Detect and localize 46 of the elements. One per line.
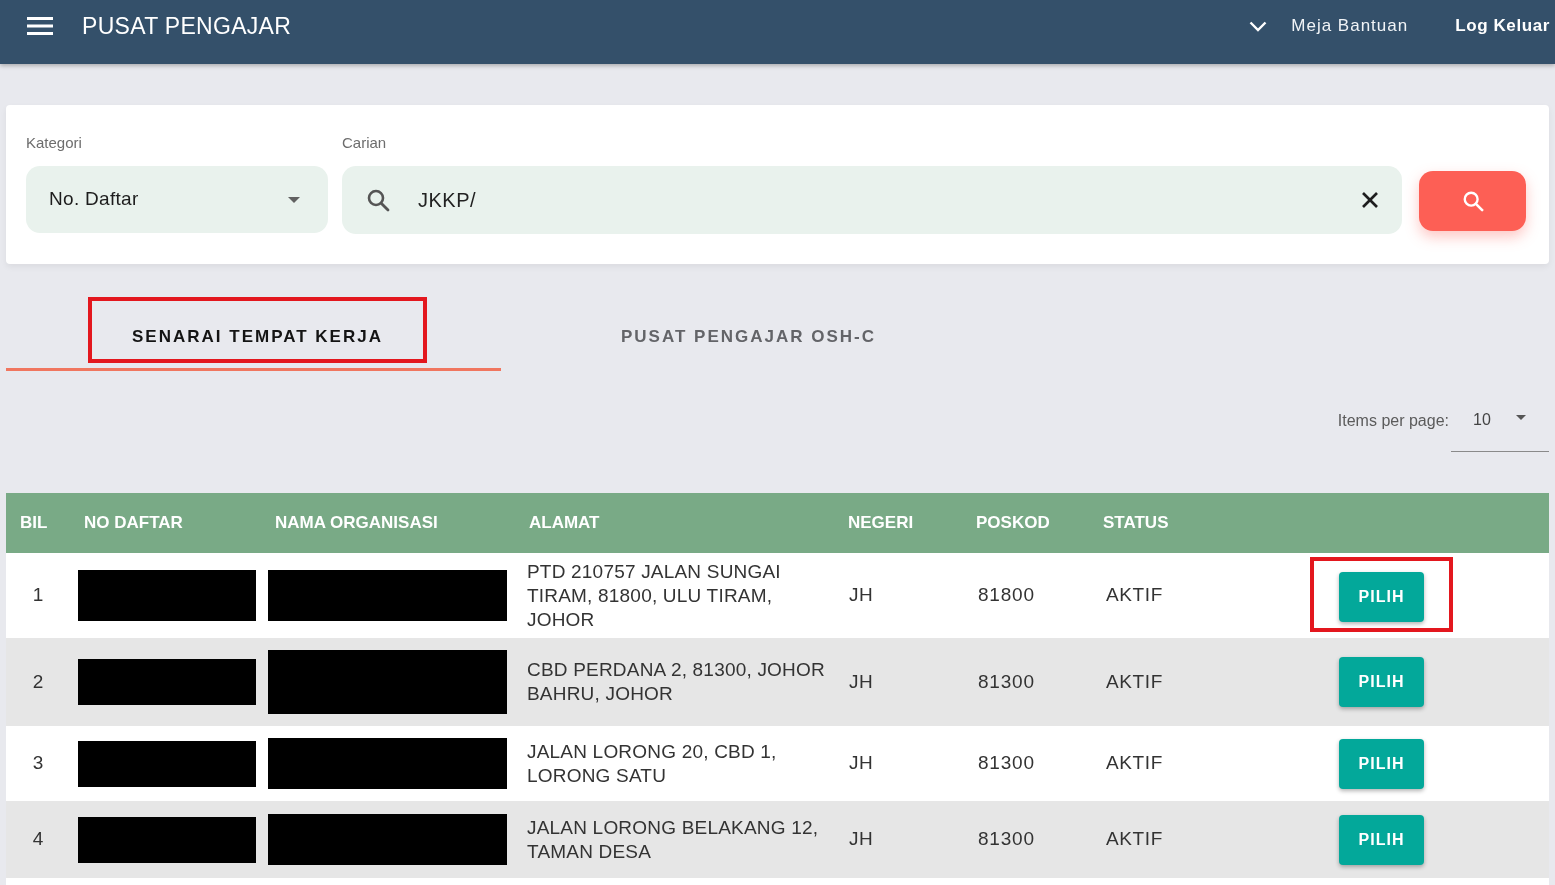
close-icon[interactable] — [1361, 191, 1379, 209]
column-header: NAMA ORGANISASI — [275, 512, 438, 535]
table-cell-text: AKTIF — [1106, 751, 1163, 776]
column-header: BIL — [20, 512, 48, 535]
table-cell-text: 3 — [32, 751, 44, 776]
search-field[interactable]: JKKP/ — [342, 166, 1402, 234]
table-cell-text: 81800 — [978, 583, 1035, 608]
logout-link[interactable]: Log Keluar — [1455, 13, 1550, 39]
dropdown-caret-icon — [1516, 415, 1526, 420]
search-icon — [1461, 190, 1484, 212]
table-cell-text: 4 — [32, 827, 44, 852]
items-per-page-select[interactable]: 10 — [1451, 395, 1549, 452]
search-button[interactable] — [1419, 171, 1526, 231]
tab[interactable]: SENARAI TEMPAT KERJA — [132, 324, 383, 350]
search-icon — [366, 188, 390, 212]
help-link[interactable]: Meja Bantuan — [1291, 13, 1409, 39]
table-cell-text: 2 — [32, 669, 44, 694]
column-header: STATUS — [1103, 512, 1169, 535]
column-header: NEGERI — [848, 512, 914, 535]
column-header: POSKOD — [976, 512, 1050, 535]
table-cell-text: CBD PERDANA 2, 81300, JOHOR BAHRU, JOHOR — [527, 658, 826, 706]
table-cell-text: AKTIF — [1106, 827, 1163, 852]
table-cell-text: JALAN LORONG 20, CBD 1, LORONG SATU — [527, 739, 778, 788]
chevron-down-icon[interactable] — [1249, 20, 1268, 32]
app-title: PUSAT PENGAJAR — [82, 11, 292, 41]
field-label: Carian — [342, 133, 388, 153]
table-cell-text: 81300 — [978, 827, 1035, 852]
table-cell-text: AKTIF — [1106, 583, 1163, 608]
table-cell-text: 81300 — [978, 751, 1035, 776]
category-select[interactable]: No. Daftar — [26, 166, 328, 233]
column-header: NO DAFTAR — [84, 512, 183, 535]
table-cell-text: 1 — [32, 583, 44, 608]
field-label: Kategori — [26, 133, 83, 153]
table-cell-text: JH — [849, 669, 874, 694]
column-header: ALAMAT — [529, 512, 600, 535]
table-cell-text: AKTIF — [1106, 669, 1163, 694]
items-per-page-label: Items per page: — [1337, 411, 1449, 431]
table-cell-text: JH — [849, 751, 874, 776]
table-cell-text: 81300 — [978, 669, 1035, 694]
tab[interactable]: PUSAT PENGAJAR OSH-C — [620, 324, 876, 350]
table-cell-text: JALAN LORONG BELAKANG 12, TAMAN DESA — [527, 815, 820, 864]
table-cell-text: PTD 210757 JALAN SUNGAI TIRAM, 81800, ULU TIRAM, JOHOR — [527, 559, 782, 632]
table-cell-text: JH — [849, 827, 874, 852]
menu-icon[interactable] — [27, 17, 53, 35]
table-cell-text: JH — [849, 583, 874, 608]
dropdown-caret-icon — [288, 196, 300, 203]
